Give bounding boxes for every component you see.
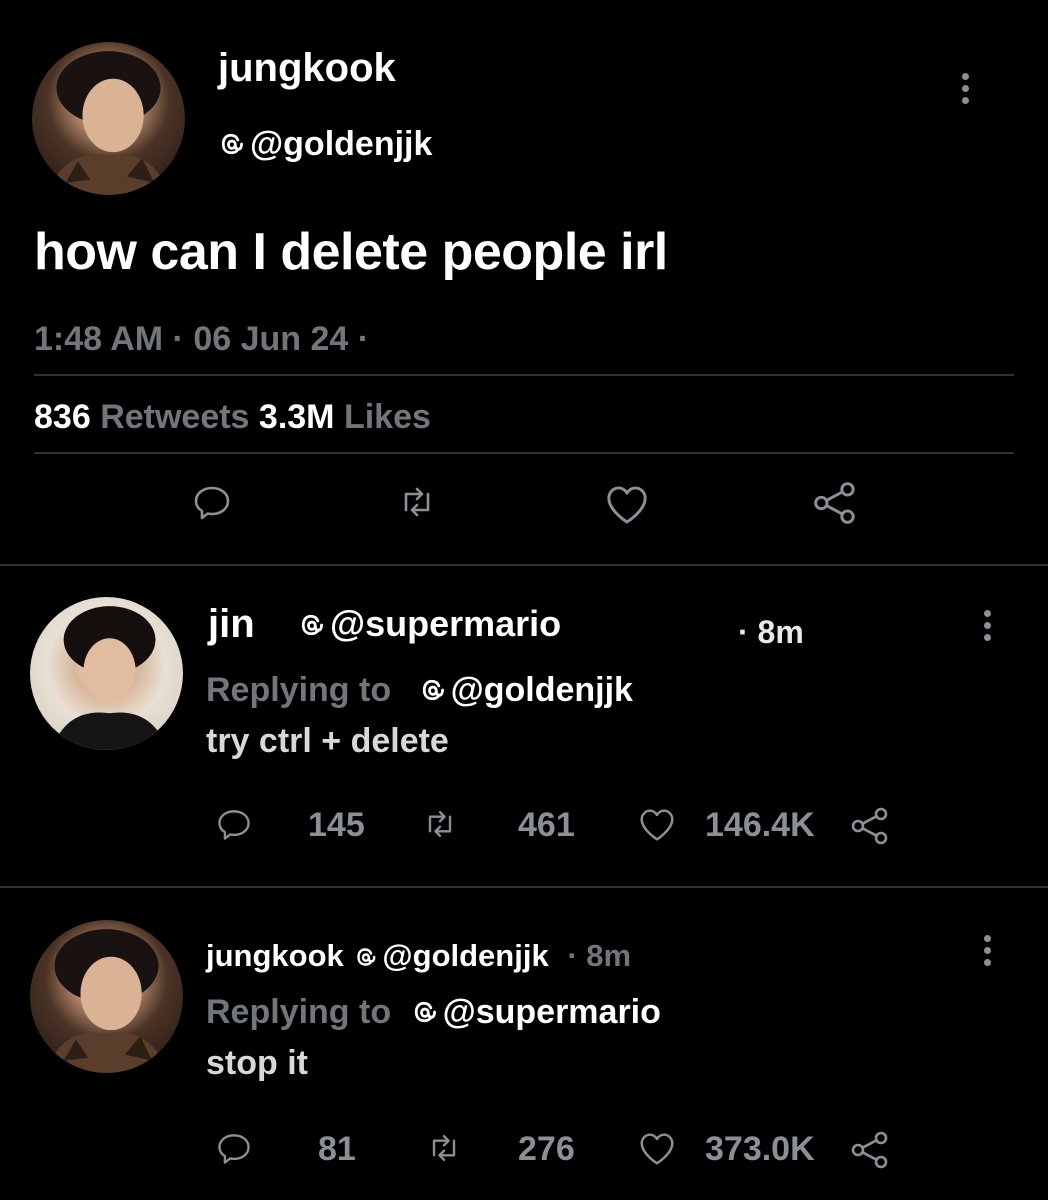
retweet-count-value: 461	[518, 806, 575, 844]
retweet-action[interactable]	[420, 804, 460, 844]
reply-header: jungkook @goldenjjk · 8m	[206, 936, 631, 976]
like-count: 373.0K	[705, 1130, 815, 1169]
avatar-image	[45, 929, 168, 1073]
reply-icon	[218, 1134, 250, 1164]
reply-text: stop it	[206, 1044, 308, 1082]
like-count-value: 373.0K	[705, 1130, 815, 1168]
author-handle-text: @goldenjjk	[250, 125, 433, 163]
avatar-jungkook[interactable]	[32, 42, 185, 195]
avatar-image	[47, 51, 170, 195]
reply-action[interactable]	[214, 804, 254, 844]
reply-time[interactable]: · 8m	[738, 612, 804, 652]
tweet-timestamp[interactable]: 1:48 AM · 06 Jun 24 ·	[34, 318, 369, 360]
reply-count-value: 81	[318, 1130, 356, 1168]
reply-action[interactable]	[214, 1128, 254, 1168]
reply-count: 81	[318, 1130, 356, 1169]
engagement-stats: 836 Retweets 3.3M Likes	[34, 396, 431, 438]
like-action[interactable]	[636, 804, 678, 846]
replying-to-handle[interactable]: @supermario	[443, 993, 661, 1031]
more-options-icon[interactable]	[956, 73, 974, 104]
likes-count[interactable]: 3.3M	[259, 398, 335, 436]
replying-to-handle[interactable]: @goldenjjk	[451, 671, 633, 709]
reply-author-handle-text: @supermario	[330, 603, 562, 644]
reply-count: 145	[308, 806, 365, 845]
threads-at-icon	[221, 133, 243, 155]
retweet-icon[interactable]	[395, 480, 439, 524]
threads-at-icon	[414, 1001, 436, 1023]
share-icon[interactable]	[848, 804, 892, 848]
more-options-icon[interactable]	[978, 610, 996, 641]
likes-label[interactable]: Likes	[344, 398, 431, 436]
share-icon[interactable]	[810, 478, 860, 528]
section-divider	[0, 886, 1048, 888]
retweet-action[interactable]	[424, 1128, 464, 1168]
heart-icon	[640, 809, 674, 841]
share-icon[interactable]	[848, 1128, 892, 1172]
tweet-text: how can I delete people irl	[34, 223, 668, 281]
threads-at-icon	[301, 614, 323, 636]
like-count-value: 146.4K	[705, 806, 815, 844]
like-action[interactable]	[636, 1128, 678, 1170]
like-icon[interactable]	[602, 480, 652, 530]
retweet-count: 276	[518, 1130, 575, 1169]
heart-icon	[640, 1133, 674, 1165]
avatar-image	[51, 606, 168, 750]
retweet-icon	[432, 1135, 456, 1161]
replying-to-label: Replying to	[206, 993, 392, 1031]
reply-count-value: 145	[308, 806, 365, 844]
reply-author-name[interactable]: jin	[208, 600, 255, 648]
reply-author-handle[interactable]: @goldenjjk	[382, 938, 548, 973]
section-divider	[0, 564, 1048, 566]
retweets-label[interactable]: Retweets	[100, 398, 249, 436]
like-count: 146.4K	[705, 806, 815, 845]
replying-to-label: Replying to	[206, 671, 392, 709]
reply-icon	[218, 810, 250, 840]
reply-author-name[interactable]: jungkook	[206, 938, 344, 973]
retweet-count-value: 276	[518, 1130, 575, 1168]
reply-icon[interactable]	[190, 480, 234, 524]
retweet-icon	[428, 811, 452, 837]
threads-at-icon	[357, 948, 376, 966]
reply-author-handle[interactable]: @supermario	[298, 602, 561, 646]
author-handle[interactable]: @goldenjjk	[218, 122, 432, 166]
threads-at-icon	[422, 679, 444, 701]
divider	[34, 452, 1014, 454]
avatar-jin[interactable]	[30, 597, 183, 750]
author-display-name[interactable]: jungkook	[218, 44, 396, 92]
avatar-jungkook[interactable]	[30, 920, 183, 1073]
divider	[34, 374, 1014, 376]
replying-to: Replying to @goldenjjk	[206, 668, 633, 712]
retweet-count: 461	[518, 806, 575, 845]
reply-text: try ctrl + delete	[206, 722, 449, 760]
retweets-count[interactable]: 836	[34, 398, 91, 436]
replying-to: Replying to @supermario	[206, 990, 661, 1034]
reply-time[interactable]: · 8m	[567, 938, 631, 973]
more-options-icon[interactable]	[978, 935, 996, 966]
